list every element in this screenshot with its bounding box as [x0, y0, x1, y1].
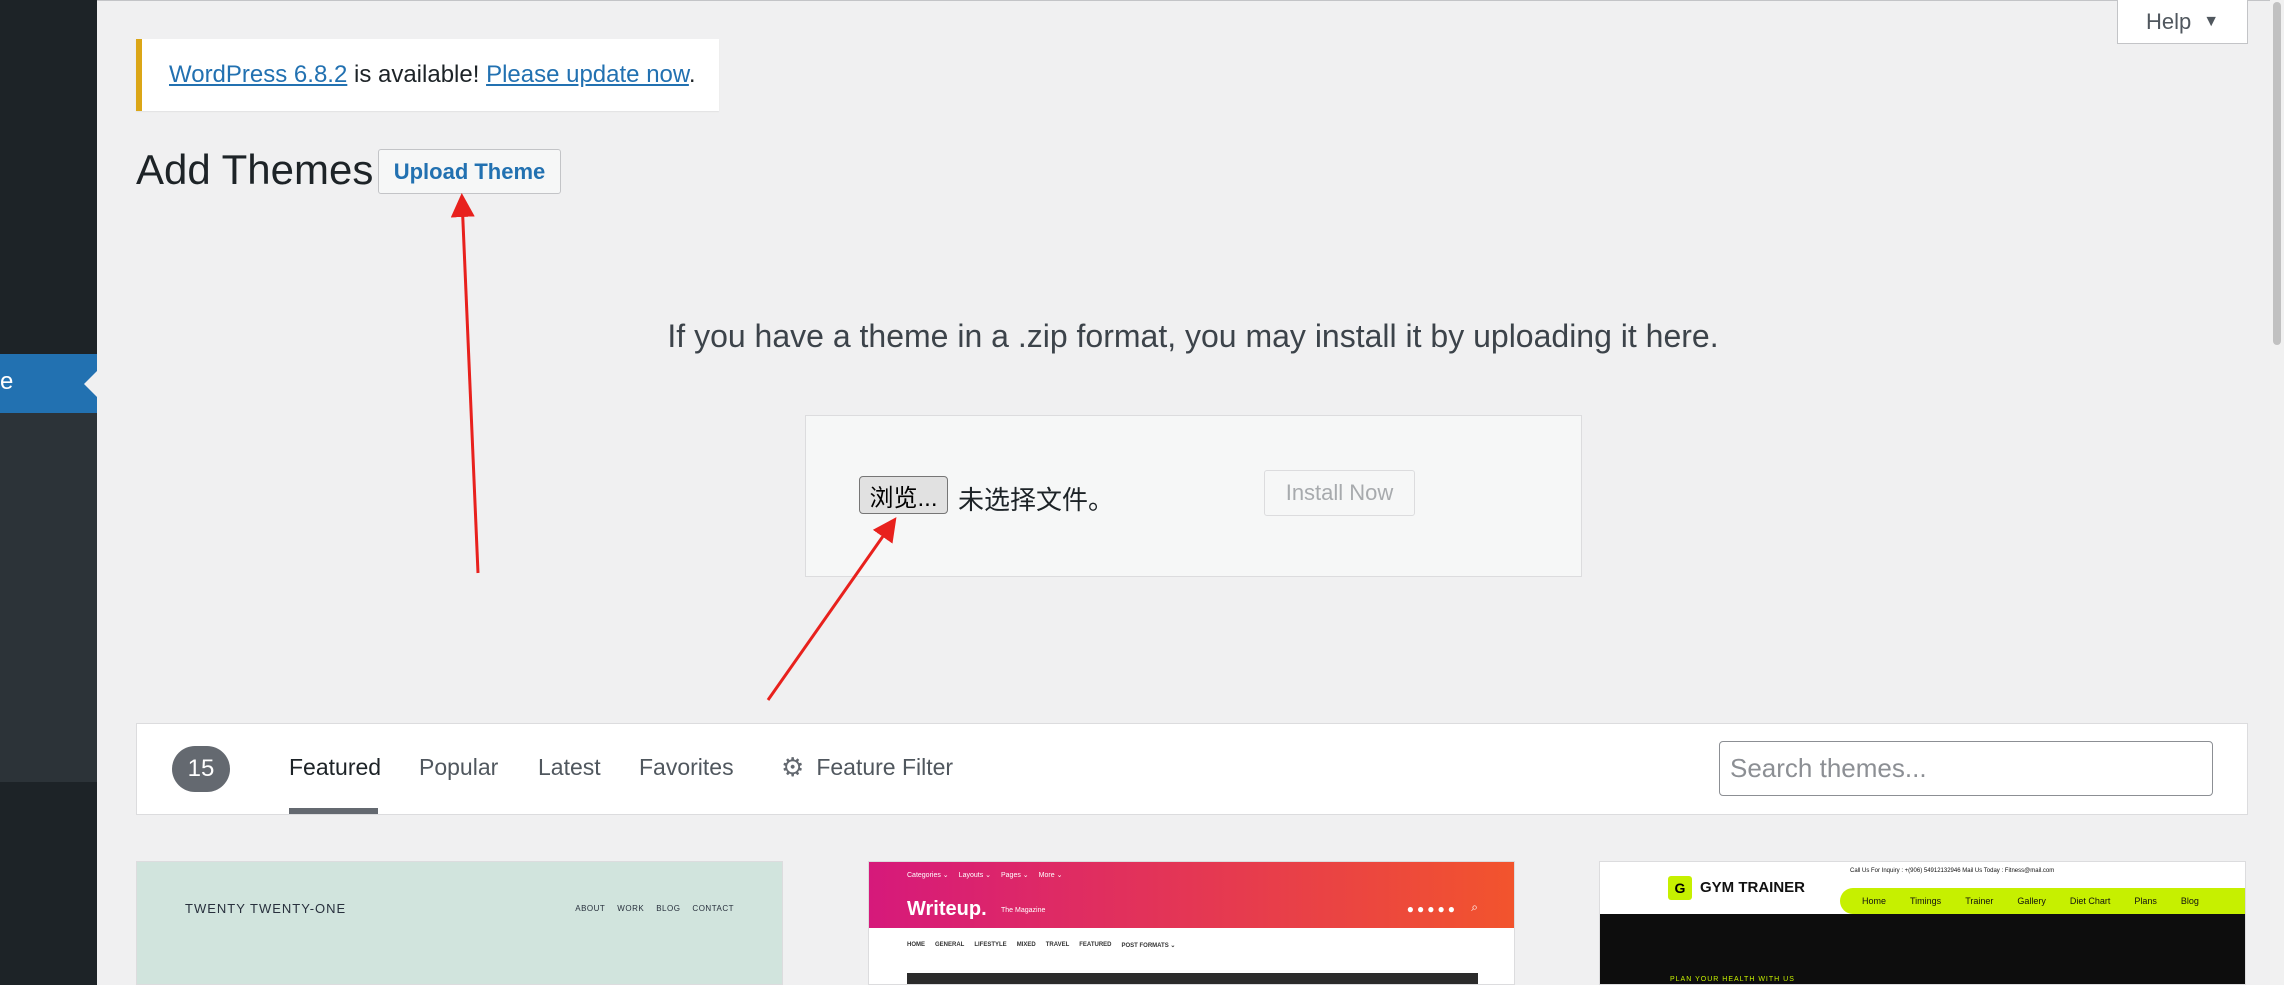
- theme-card-twenty-twenty-one[interactable]: TWENTY TWENTY-ONE ABOUT WORK BLOG CONTAC…: [136, 861, 783, 985]
- preview-nav-item: Layouts ⌄: [958, 872, 991, 879]
- theme-preview-menu: Home Timings Trainer Gallery Diet Chart …: [1840, 888, 2245, 914]
- preview-nav-item: Blog: [2180, 896, 2199, 906]
- theme-preview-subnav: HOME GENERAL LIFESTYLE MIXED TRAVEL FEAT…: [907, 942, 1175, 949]
- theme-preview-nav: ABOUT WORK BLOG CONTACT: [575, 904, 734, 913]
- chevron-down-icon: ▼: [2203, 12, 2220, 30]
- upload-help-label: If you have a theme in a .zip format, yo…: [667, 318, 1719, 354]
- scrollbar-thumb[interactable]: [2273, 2, 2281, 345]
- theme-card-gym-trainer[interactable]: G GYM TRAINER Call Us For Inquiry : +(90…: [1599, 861, 2246, 985]
- page-scrollbar[interactable]: [2270, 0, 2284, 985]
- upload-form: 浏览... 未选择文件。 Install Now: [805, 415, 1582, 577]
- annotation-arrow-upload: [450, 193, 480, 574]
- theme-preview-logo: GYM TRAINER: [1700, 879, 1805, 896]
- preview-nav-item: Home: [1862, 896, 1887, 906]
- theme-card-writeup[interactable]: Categories ⌄ Layouts ⌄ Pages ⌄ More ⌄ Wr…: [868, 861, 1515, 985]
- gear-icon: ⚙: [781, 752, 805, 782]
- preview-nav-item: ABOUT: [575, 904, 606, 913]
- feature-filter-button[interactable]: ⚙ Feature Filter: [781, 752, 953, 783]
- update-now-link[interactable]: Please update now: [486, 61, 689, 88]
- preview-nav-item: Plans: [2134, 896, 2157, 906]
- sidebar-item-appearance[interactable]: e: [0, 354, 97, 413]
- upload-help-text: If you have a theme in a .zip format, yo…: [0, 318, 2284, 355]
- admin-sidebar: e: [0, 0, 97, 985]
- theme-preview-image: [907, 973, 1478, 984]
- preview-nav-item: HOME: [907, 942, 925, 948]
- update-notice: WordPress 6.8.2 is available! Please upd…: [136, 39, 719, 111]
- theme-preview-logo: Writeup.: [907, 898, 987, 920]
- preview-nav-item: Trainer: [1965, 896, 1994, 906]
- preview-nav-item: Categories ⌄: [907, 872, 949, 879]
- preview-nav-item: TRAVEL: [1045, 942, 1070, 948]
- wordpress-version-link[interactable]: WordPress 6.8.2: [169, 61, 347, 88]
- current-item-indicator: [84, 371, 97, 397]
- theme-preview-logo-mark: G: [1668, 876, 1692, 900]
- preview-nav-item: Gallery: [2017, 896, 2046, 906]
- preview-nav-item: MIXED: [1016, 942, 1036, 948]
- notice-end: .: [688, 61, 696, 88]
- tab-featured[interactable]: Featured: [289, 754, 381, 781]
- theme-preview-tagline: The Magazine: [1001, 907, 1046, 914]
- preview-nav-item: LIFESTYLE: [974, 942, 1007, 948]
- tab-favorites[interactable]: Favorites: [639, 754, 734, 781]
- preview-nav-item: Pages ⌄: [1001, 872, 1029, 879]
- upload-theme-button[interactable]: Upload Theme: [378, 149, 561, 194]
- admin-bar-border: [97, 0, 2284, 1]
- install-now-button[interactable]: Install Now: [1264, 470, 1415, 516]
- theme-count-badge: 15: [172, 746, 230, 792]
- preview-nav-item: POST FORMATS ⌄: [1121, 943, 1176, 949]
- theme-filter-bar: 15 Featured Popular Latest Favorites ⚙ F…: [136, 723, 2248, 815]
- preview-nav-item: GENERAL: [935, 942, 965, 948]
- theme-preview-slogan: PLAN YOUR HEALTH WITH US: [1670, 976, 1795, 983]
- preview-nav-item: FEATURED: [1079, 942, 1112, 948]
- tab-popular[interactable]: Popular: [419, 754, 498, 781]
- preview-nav-item: Timings: [1910, 896, 1942, 906]
- help-label: Help: [2145, 8, 2192, 34]
- preview-nav-item: CONTACT: [692, 904, 734, 913]
- theme-preview-contact: Call Us For Inquiry : +(906) 54912132946…: [1850, 868, 2055, 874]
- feature-filter-label: Feature Filter: [816, 754, 954, 780]
- help-tab-button[interactable]: Help ▼: [2117, 0, 2248, 44]
- theme-preview-topnav: Categories ⌄ Layouts ⌄ Pages ⌄ More ⌄: [907, 871, 1062, 879]
- tab-latest[interactable]: Latest: [538, 754, 601, 781]
- theme-preview-title: TWENTY TWENTY-ONE: [185, 901, 347, 916]
- preview-nav-item: Diet Chart: [2069, 896, 2111, 906]
- page-title: Add Themes: [136, 146, 374, 193]
- preview-nav-item: More ⌄: [1038, 872, 1063, 879]
- sidebar-submenu: [0, 397, 97, 782]
- sidebar-item-label: e: [0, 368, 14, 395]
- browse-file-button[interactable]: 浏览...: [859, 476, 948, 514]
- file-status-text: 未选择文件。: [958, 485, 1115, 515]
- notice-text: is available!: [347, 61, 487, 88]
- search-themes-input[interactable]: [1719, 741, 2213, 796]
- preview-nav-item: BLOG: [656, 904, 681, 913]
- magnifier-icon: ⌕: [1471, 900, 1478, 914]
- current-tab-indicator: [289, 808, 378, 814]
- preview-nav-item: WORK: [617, 904, 645, 913]
- social-icons: ●●●●●: [1406, 902, 1458, 916]
